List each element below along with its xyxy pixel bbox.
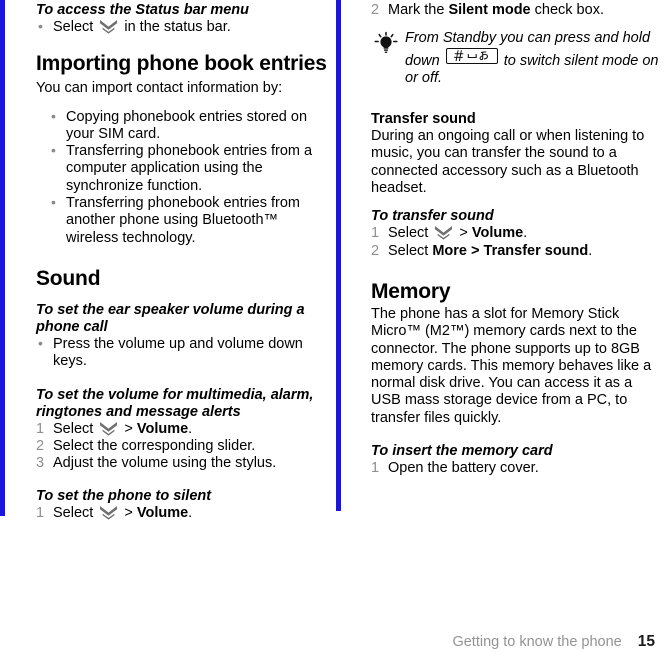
step-text-tail: . (523, 225, 528, 242)
procedure-steps-multimedia-volume: Select > Volume. Select the correspondin… (36, 421, 328, 473)
chevron-double-down-icon (434, 225, 453, 240)
section-heading-importing: Importing phone book entries (36, 52, 327, 76)
lightbulb-tip-icon (373, 31, 399, 55)
step-text-pre: Select (388, 242, 433, 259)
procedure-heading-transfer-sound: To transfer sound (371, 208, 494, 225)
chevron-double-down-icon (99, 505, 118, 521)
importing-bullet-list: Copying phonebook entries stored on your… (49, 108, 328, 247)
footer-section-label: Getting to know the phone (452, 634, 622, 650)
left-column: To access the Status bar menu Select in … (0, 0, 336, 523)
section-heading-sound: Sound (36, 266, 101, 290)
step-text-pre: Select (53, 420, 98, 437)
footer-page-number: 15 (637, 633, 655, 650)
list-item: Mark the Silent mode check box. (371, 2, 659, 20)
manual-page: To access the Status bar menu Select in … (0, 0, 665, 653)
procedure-heading-status-bar: To access the Status bar menu (36, 2, 250, 18)
chevron-double-down-icon (99, 19, 118, 34)
step-text-post: > (120, 420, 137, 437)
procedure-steps-silent-continued: Mark the Silent mode check box. (371, 2, 659, 20)
list-item: Select > Volume. (371, 225, 659, 243)
hash-space-key-icon (445, 47, 498, 64)
section-body-memory: The phone has a slot for Memory Stick Mi… (371, 305, 652, 426)
list-item: Adjust the volume using the stylus. (36, 455, 277, 473)
step-text-pre: Select (388, 225, 433, 242)
step-text-bold: Silent mode (448, 2, 531, 18)
tip-block: From Standby you can press and hold down… (371, 30, 659, 87)
step-text-pre: Mark the (388, 2, 449, 18)
procedure-heading-ear-speaker: To set the ear speaker volume during a p… (36, 301, 305, 335)
procedure-heading-insert-memory-card: To insert the memory card (371, 443, 553, 460)
step-text-tail: . (188, 505, 193, 522)
list-item: Open the battery cover. (371, 460, 539, 478)
procedure-steps-insert-memory-card: Open the battery cover. (371, 460, 659, 478)
list-item: Copying phonebook entries stored on your… (49, 108, 328, 144)
page-footer: Getting to know the phone 15 (0, 633, 665, 653)
step-text-tail: . (188, 420, 193, 437)
step-text-pre: Select (53, 19, 98, 35)
step-text-pre: Select (53, 505, 98, 522)
list-item: Press the volume up and volume down keys… (36, 335, 328, 371)
step-text-tail: . (588, 242, 593, 259)
step-text-tail: check box. (530, 2, 604, 18)
procedure-bullets-ear-speaker: Press the volume up and volume down keys… (36, 335, 328, 371)
procedure-heading-silent: To set the phone to silent (36, 488, 212, 505)
procedure-heading-multimedia-volume: To set the volume for multimedia, alarm,… (36, 386, 314, 420)
list-item: Select > Volume. (36, 505, 328, 523)
step-text-post: > (120, 505, 137, 522)
step-text-bold: Volume (136, 505, 189, 522)
list-item: Select More > Transfer sound. (371, 242, 659, 261)
list-item: Select in the status bar. (36, 18, 328, 36)
step-text-post: > (455, 225, 472, 242)
procedure-steps-transfer-sound: Select > Volume. Select More > Transfer … (371, 225, 659, 260)
procedure-bullets-status-bar: Select in the status bar. (36, 18, 328, 36)
procedure-steps-silent: Select > Volume. (36, 505, 328, 523)
list-item: Select the corresponding slider. (36, 437, 256, 456)
list-item: Select > Volume. (36, 420, 328, 439)
subsection-heading-transfer-sound: Transfer sound (371, 111, 476, 128)
list-item: Transferring phonebook entries from a co… (49, 142, 328, 195)
subsection-body-transfer-sound: During an ongoing call or when listening… (371, 128, 645, 197)
section-heading-memory: Memory (371, 279, 451, 303)
chevron-double-down-icon (99, 421, 118, 436)
step-text-post: in the status bar. (120, 19, 231, 35)
section-intro-importing: You can import contact information by: (36, 80, 283, 97)
step-text-bold: Volume (136, 420, 189, 437)
right-column: Mark the Silent mode check box. From Sta… (341, 0, 665, 478)
list-item: Transferring phonebook entries from anot… (49, 194, 328, 247)
step-text-bold: More > Transfer sound (432, 242, 589, 259)
step-text-bold: Volume (471, 225, 524, 242)
